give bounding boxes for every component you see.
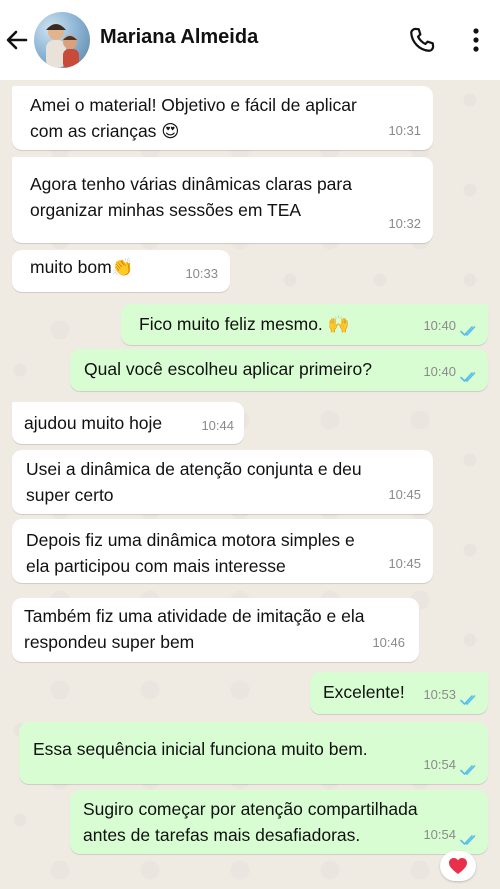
message-text: muito bom👏 xyxy=(30,257,134,277)
contact-name[interactable]: Mariana Almeida xyxy=(100,26,258,49)
message-text: Também fiz uma atividade de imitação e e… xyxy=(24,606,365,652)
message-time: 10:45 xyxy=(388,556,421,571)
message-time: 10:53 xyxy=(423,687,456,702)
message-bubble-outgoing[interactable]: Excelente! 10:53 xyxy=(310,672,488,714)
message-text: ajudou muito hoje xyxy=(24,413,163,433)
message-bubble-outgoing[interactable]: Essa sequência inicial funciona muito be… xyxy=(19,722,488,784)
message-time: 10:54 xyxy=(423,827,456,842)
avatar[interactable] xyxy=(34,12,90,68)
message-time: 10:44 xyxy=(201,418,234,433)
double-check-icon xyxy=(460,695,476,706)
heart-icon xyxy=(449,858,467,874)
message-bubble-incoming[interactable]: Depois fiz uma dinâmica motora simples e… xyxy=(12,519,433,583)
message-text: Essa sequência inicial funciona muito be… xyxy=(33,739,368,759)
message-time: 10:45 xyxy=(388,487,421,502)
message-text: Depois fiz uma dinâmica motora simples e… xyxy=(26,530,355,576)
message-text: Agora tenho várias dinâmicas claras para… xyxy=(30,174,352,220)
message-bubble-incoming[interactable]: Agora tenho várias dinâmicas claras para… xyxy=(12,157,433,243)
message-time: 10:32 xyxy=(388,216,421,231)
message-bubble-outgoing[interactable]: Sugiro começar por atenção compartilhada… xyxy=(70,790,488,854)
chat-header: Mariana Almeida xyxy=(0,0,500,80)
phone-icon[interactable] xyxy=(408,26,436,54)
double-check-icon xyxy=(460,765,476,776)
double-check-icon xyxy=(460,372,476,383)
message-bubble-outgoing[interactable]: Qual você escolheu aplicar primeiro? 10:… xyxy=(70,349,488,391)
message-time: 10:54 xyxy=(423,757,456,772)
message-time: 10:40 xyxy=(423,364,456,379)
back-arrow-icon[interactable] xyxy=(4,22,30,58)
message-bubble-incoming[interactable]: Usei a dinâmica de atenção conjunta e de… xyxy=(12,450,433,514)
message-text: Excelente! xyxy=(323,682,405,702)
message-time: 10:46 xyxy=(372,635,405,650)
message-text: Qual você escolheu aplicar primeiro? xyxy=(84,359,372,379)
reaction-badge[interactable] xyxy=(440,851,476,881)
double-check-icon xyxy=(460,835,476,846)
message-text: Fico muito feliz mesmo. 🙌 xyxy=(139,314,350,334)
message-time: 10:31 xyxy=(388,123,421,138)
message-bubble-incoming[interactable]: Amei o material! Objetivo e fácil de apl… xyxy=(12,86,433,150)
message-time: 10:40 xyxy=(423,318,456,333)
message-bubble-incoming[interactable]: ajudou muito hoje 10:44 xyxy=(12,402,244,444)
message-time: 10:33 xyxy=(185,266,218,281)
more-vertical-icon[interactable] xyxy=(468,26,484,54)
message-text: Sugiro começar por atenção compartilhada… xyxy=(83,799,418,845)
message-bubble-incoming[interactable]: Também fiz uma atividade de imitação e e… xyxy=(12,598,419,662)
message-text: Amei o material! Objetivo e fácil de apl… xyxy=(30,95,357,141)
double-check-icon xyxy=(460,326,476,337)
message-text: Usei a dinâmica de atenção conjunta e de… xyxy=(26,459,362,505)
message-bubble-incoming[interactable]: muito bom👏 10:33 xyxy=(12,250,230,292)
message-bubble-outgoing[interactable]: Fico muito feliz mesmo. 🙌 10:40 xyxy=(121,304,488,345)
